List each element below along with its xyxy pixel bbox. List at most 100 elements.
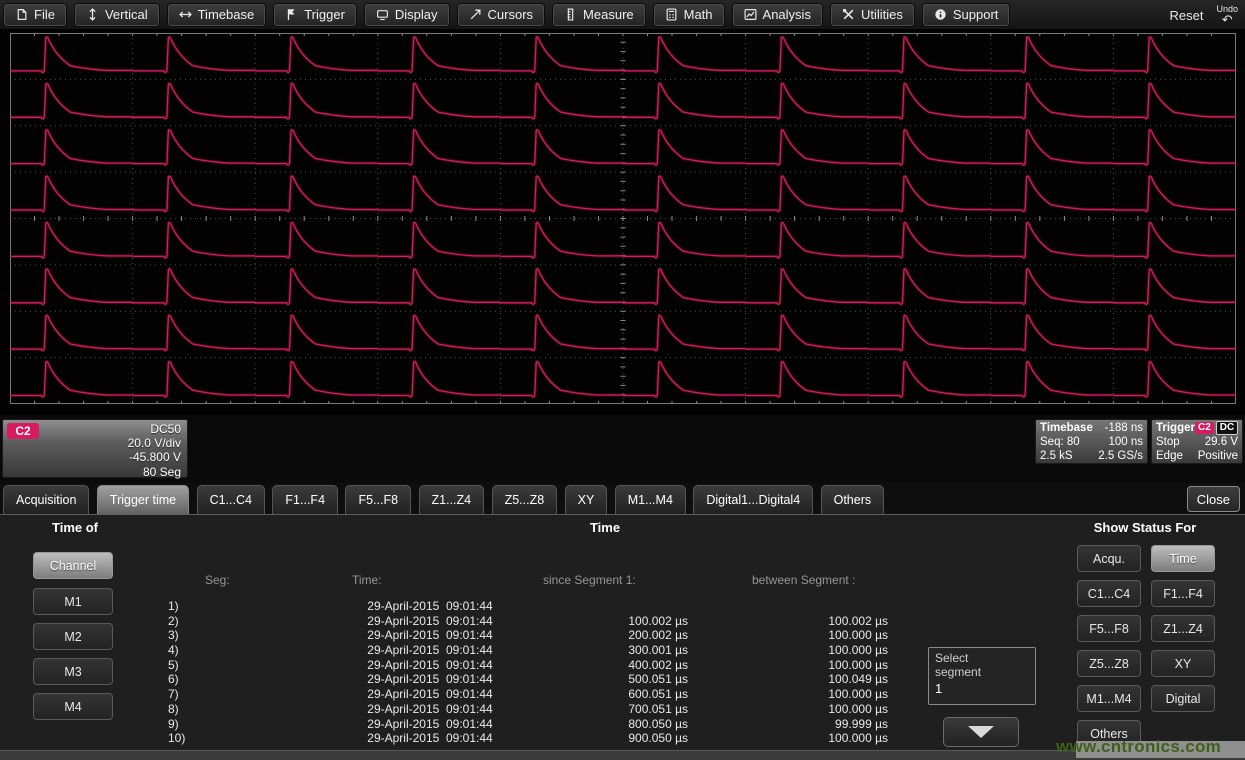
timebase-title: Timebase	[1040, 421, 1093, 435]
channel-segment-count: 80 Seg	[128, 465, 181, 479]
chevron-down-icon	[968, 726, 994, 738]
col-time-header: Time:	[352, 573, 382, 587]
menu-trigger-button[interactable]: Trigger	[273, 3, 357, 27]
undo-arrow-icon: ↶	[1222, 14, 1233, 26]
undo-button[interactable]: Undo ↶	[1213, 3, 1241, 28]
tab-digital1-digital4[interactable]: Digital1...Digital4	[693, 485, 813, 514]
timebase-per-div: 100 ns	[1108, 435, 1143, 449]
table-row: 5)29-April-2015 09:01:44400.002 µs100.00…	[0, 658, 1245, 673]
select-segment-label-line2: segment	[935, 665, 1029, 679]
tab-c1-c4[interactable]: C1...C4	[197, 485, 265, 514]
table-row: 4)29-April-2015 09:01:44300.001 µs100.00…	[0, 643, 1245, 658]
menu-timebase-button[interactable]: Timebase	[167, 3, 267, 27]
status-acqu-button[interactable]: Acqu.	[1077, 545, 1141, 572]
tab-f1-f4[interactable]: F1...F4	[272, 485, 338, 514]
status-z5-z8-button[interactable]: Z5...Z8	[1077, 650, 1141, 677]
timebase-delay: -188 ns	[1105, 421, 1143, 435]
show-status-title: Show Status For	[1070, 520, 1220, 535]
menu-measure-label: Measure	[583, 7, 634, 22]
time-table-rows: 1)29-April-2015 09:01:44 2)29-April-2015…	[0, 599, 1245, 746]
menu-analysis-button[interactable]: Analysis	[732, 3, 823, 27]
segment-waveform-grid	[10, 33, 1236, 404]
menu-analysis-label: Analysis	[763, 7, 811, 22]
menu-cursors-label: Cursors	[488, 7, 534, 22]
menu-math-label: Math	[684, 7, 713, 22]
select-segment-label-line1: Select	[935, 651, 1029, 665]
channel-c2-badge: C2	[7, 423, 39, 439]
select-segment-field[interactable]: Select segment 1	[928, 647, 1036, 705]
channel-volts-per-div: 20.0 V/div	[128, 436, 181, 450]
menu-cursors-button[interactable]: Cursors	[457, 3, 546, 27]
status-f5-f8-button[interactable]: F5...F8	[1077, 615, 1141, 642]
tab-m1-m4[interactable]: M1...M4	[615, 485, 686, 514]
time-of-channel-button[interactable]: Channel	[33, 552, 113, 579]
menu-vertical-button[interactable]: Vertical	[74, 3, 160, 27]
menu-measure-button[interactable]: Measure	[552, 3, 646, 27]
horizontal-arrows-icon	[179, 8, 192, 21]
table-row: 2)29-April-2015 09:01:44100.002 µs100.00…	[0, 614, 1245, 629]
status-z1-z4-button[interactable]: Z1...Z4	[1151, 615, 1215, 642]
menu-file-button[interactable]: File	[3, 3, 67, 27]
menu-timebase-label: Timebase	[198, 7, 255, 22]
menu-utilities-label: Utilities	[861, 7, 903, 22]
channel-offset: -45.800 V	[128, 450, 181, 464]
channel-c2-descriptor[interactable]: C2 DC50 20.0 V/div -45.800 V 80 Seg	[2, 419, 188, 478]
status-m1-m4-button[interactable]: M1...M4	[1077, 685, 1141, 712]
tab-z1-z4[interactable]: Z1...Z4	[419, 485, 485, 514]
measure-ruler-icon	[564, 8, 577, 21]
menu-trigger-label: Trigger	[304, 7, 345, 22]
tab-acquisition[interactable]: Acquisition	[3, 485, 89, 514]
trigger-title: Trigger	[1156, 421, 1195, 435]
status-f1-f4-button[interactable]: F1...F4	[1151, 580, 1215, 607]
timebase-samples: 2.5 kS	[1040, 449, 1073, 463]
tab-f5-f8[interactable]: F5...F8	[345, 485, 411, 514]
select-segment-value: 1	[935, 681, 1029, 696]
table-row: 1)29-April-2015 09:01:44	[0, 599, 1245, 614]
menu-math-button[interactable]: Math	[653, 3, 725, 27]
trigger-flag-icon	[285, 8, 298, 21]
status-xy-button[interactable]: XY	[1151, 650, 1215, 677]
status-time-button[interactable]: Time	[1151, 545, 1215, 572]
menu-file-label: File	[34, 7, 55, 22]
trigger-source-badge: C2	[1195, 422, 1214, 434]
close-button[interactable]: Close	[1187, 486, 1240, 512]
table-row: 9)29-April-2015 09:01:44800.050 µs99.999…	[0, 717, 1245, 732]
tab-others[interactable]: Others	[821, 485, 885, 514]
menu-display-button[interactable]: Display	[364, 3, 450, 27]
segment-down-button[interactable]	[943, 717, 1019, 747]
display-icon	[376, 8, 389, 21]
calculator-icon	[665, 8, 678, 21]
col-since-header: since Segment 1:	[543, 573, 636, 587]
col-between-header: between Segment :	[752, 573, 855, 587]
menu-utilities-button[interactable]: Utilities	[830, 3, 915, 27]
tab-z5-z8[interactable]: Z5...Z8	[492, 485, 558, 514]
timebase-seq: Seq: 80	[1040, 435, 1080, 449]
status-c1-c4-button[interactable]: C1...C4	[1077, 580, 1141, 607]
analysis-chart-icon	[744, 8, 757, 21]
channel-coupling: DC50	[128, 422, 181, 436]
watermark-text: www.cntronics.com	[1056, 737, 1245, 757]
cursor-arrow-icon	[469, 8, 482, 21]
vertical-arrows-icon	[86, 8, 99, 21]
tab-xy[interactable]: XY	[565, 485, 608, 514]
timebase-descriptor[interactable]: Timebase-188 ns Seq: 80100 ns 2.5 kS2.5 …	[1035, 419, 1148, 464]
oscilloscope-screen: File Vertical Timebase Trigger Display C…	[0, 0, 1245, 760]
dialog-tab-bar: Acquisition Trigger time C1...C4 F1...F4…	[0, 483, 1245, 514]
trigger-slope: Positive	[1198, 449, 1238, 463]
menu-support-button[interactable]: Support	[922, 3, 1011, 27]
top-menu-bar: File Vertical Timebase Trigger Display C…	[0, 0, 1245, 30]
tab-trigger-time[interactable]: Trigger time	[97, 485, 189, 514]
menu-vertical-label: Vertical	[105, 7, 148, 22]
status-digital-button[interactable]: Digital	[1151, 685, 1215, 712]
table-row: 6)29-April-2015 09:01:44500.051 µs100.04…	[0, 672, 1245, 687]
trigger-mode: Stop	[1156, 435, 1180, 449]
time-of-title: Time of	[0, 520, 150, 535]
reset-button[interactable]: Reset	[1170, 8, 1204, 23]
trigger-descriptor[interactable]: Trigger C2 DC Stop29.6 V EdgePositive	[1151, 419, 1243, 464]
support-info-icon	[934, 8, 947, 21]
table-row: 3)29-April-2015 09:01:44200.002 µs100.00…	[0, 628, 1245, 643]
time-table-title: Time	[540, 520, 670, 535]
trigger-level: 29.6 V	[1205, 435, 1238, 449]
waveform-display-area[interactable]	[0, 30, 1245, 415]
trigger-type: Edge	[1156, 449, 1183, 463]
